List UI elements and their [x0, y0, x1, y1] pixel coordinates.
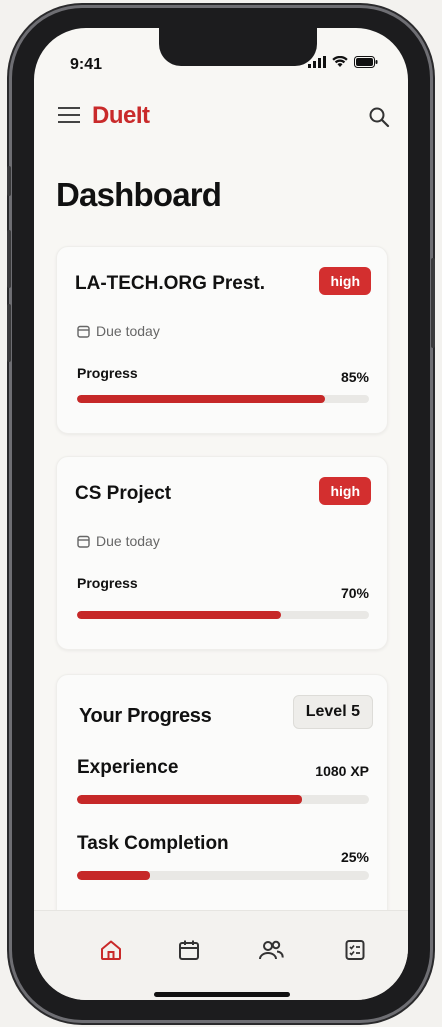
- calendar-small-icon: [77, 325, 90, 338]
- nav-users[interactable]: [256, 935, 286, 965]
- progress-bar: [77, 395, 369, 403]
- menu-icon[interactable]: [58, 106, 80, 124]
- wifi-icon: [332, 56, 348, 67]
- progress-label: Progress: [77, 575, 138, 591]
- task-completion-label: Task Completion: [77, 833, 229, 854]
- calendar-small-icon: [77, 535, 90, 548]
- battery-icon: [354, 56, 378, 68]
- task-title: LA-TECH.ORG Prest.: [75, 273, 266, 294]
- volume-up-button: [7, 230, 11, 288]
- progress-bar: [77, 611, 369, 619]
- level-badge: Level 5: [292, 695, 373, 729]
- experience-value: 1080 XP: [315, 763, 369, 779]
- progress-percent: 70%: [340, 585, 369, 601]
- power-button: [431, 258, 435, 348]
- home-indicator: [154, 992, 290, 997]
- due-date: Due today: [77, 323, 160, 339]
- users-icon: [259, 940, 284, 960]
- status-icons: [308, 56, 378, 68]
- experience-label: Experience: [77, 757, 179, 778]
- page-title: Dashboard: [56, 176, 222, 213]
- status-time: 9:41: [70, 56, 103, 73]
- search-icon[interactable]: [368, 106, 390, 128]
- signal-icon: [308, 56, 326, 68]
- bottom-nav: [34, 910, 408, 1000]
- progress-fill: [77, 611, 282, 619]
- task-card[interactable]: CS Project high Due today Progress 70%: [56, 456, 388, 650]
- task-completion-bar: [77, 871, 369, 880]
- experience-fill: [77, 795, 302, 804]
- nav-tasks[interactable]: [340, 935, 370, 965]
- experience-bar: [77, 795, 369, 804]
- app-header: DueIt: [58, 98, 390, 138]
- calendar-icon: [179, 940, 199, 960]
- task-completion-value: 25%: [340, 849, 369, 865]
- app-brand: DueIt: [92, 102, 150, 129]
- section-title: Your Progress: [79, 705, 212, 727]
- progress-percent: 85%: [340, 369, 369, 385]
- side-button: [7, 166, 11, 196]
- task-completion-fill: [77, 871, 150, 880]
- checklist-icon: [345, 940, 365, 960]
- app-screen: 9:41 DueIt Dashboard LA-TECH.ORG Prest. …: [34, 28, 408, 1000]
- notch: [159, 28, 317, 66]
- priority-badge: high: [319, 477, 371, 505]
- due-date: Due today: [77, 533, 160, 549]
- home-icon: [101, 940, 121, 960]
- due-text: Due today: [96, 533, 160, 549]
- progress-label: Progress: [77, 365, 138, 381]
- volume-down-button: [7, 304, 11, 362]
- task-title: CS Project: [75, 483, 172, 504]
- nav-calendar[interactable]: [174, 935, 204, 965]
- priority-badge: high: [319, 267, 371, 295]
- progress-fill: [77, 395, 326, 403]
- phone-frame: 9:41 DueIt Dashboard LA-TECH.ORG Prest. …: [7, 8, 435, 1020]
- your-progress-card: Your Progress Level 5 Experience 1080 XP…: [56, 674, 388, 936]
- task-card[interactable]: LA-TECH.ORG Prest. high Due today Progre…: [56, 246, 388, 434]
- nav-home[interactable]: [96, 935, 126, 965]
- due-text: Due today: [96, 323, 160, 339]
